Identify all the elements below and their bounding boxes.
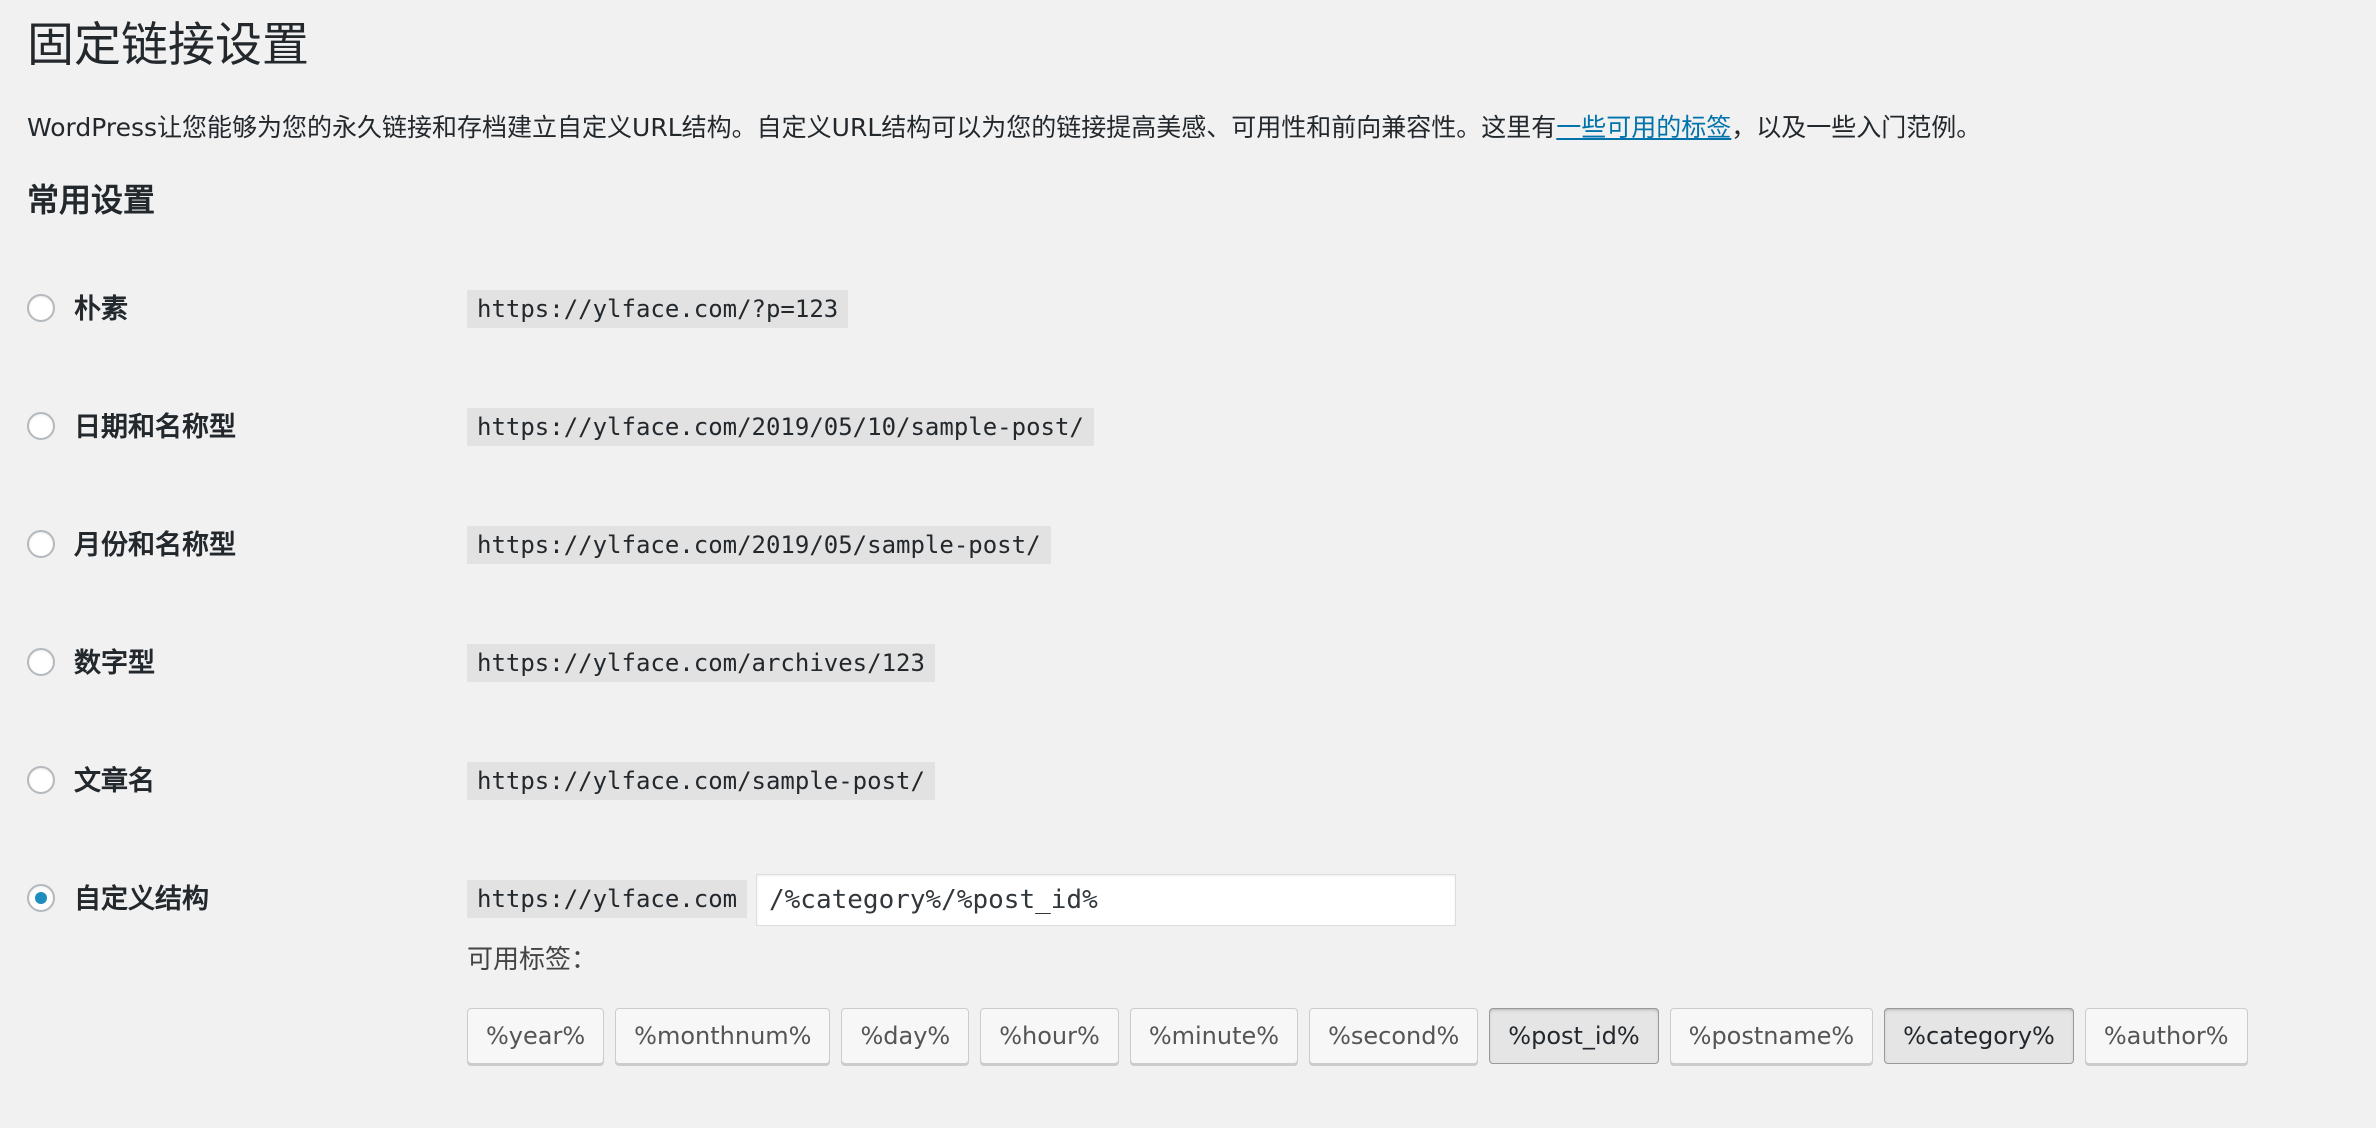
permalink-option-day-name: 日期和名称型 https://ylface.com/2019/05/10/sam… bbox=[0, 398, 2376, 458]
permalink-option-post-name: 文章名 https://ylface.com/sample-post/ bbox=[0, 752, 2376, 812]
custom-structure-radio[interactable] bbox=[27, 884, 55, 912]
intro-text-before: WordPress让您能够为您的永久链接和存档建立自定义URL结构。自定义URL… bbox=[27, 113, 1557, 142]
numeric-radio[interactable] bbox=[27, 648, 55, 676]
common-settings-heading: 常用设置 bbox=[27, 181, 156, 219]
permalink-option-plain: 朴素 https://ylface.com/?p=123 bbox=[0, 280, 2376, 340]
plain-label[interactable]: 朴素 bbox=[74, 290, 128, 330]
tag-hour-button[interactable]: %hour% bbox=[980, 1008, 1119, 1064]
tag-author-button[interactable]: %author% bbox=[2084, 1008, 2248, 1064]
month-name-label[interactable]: 月份和名称型 bbox=[74, 526, 236, 566]
tag-post-id-button[interactable]: %post_id% bbox=[1489, 1008, 1659, 1064]
intro-text-after: ，以及一些入门范例。 bbox=[1731, 113, 1982, 142]
custom-structure-prefix: https://ylface.com bbox=[467, 880, 748, 918]
intro-text: WordPress让您能够为您的永久链接和存档建立自定义URL结构。自定义URL… bbox=[27, 108, 1981, 148]
available-tags-label: 可用标签： bbox=[467, 945, 598, 975]
custom-structure-label[interactable]: 自定义结构 bbox=[74, 880, 209, 920]
plain-radio[interactable] bbox=[27, 294, 55, 322]
tag-category-button[interactable]: %category% bbox=[1884, 1008, 2074, 1064]
available-tags-list: %year% %monthnum% %day% %hour% %minute% … bbox=[467, 1008, 2248, 1064]
day-name-label[interactable]: 日期和名称型 bbox=[74, 408, 236, 448]
numeric-label[interactable]: 数字型 bbox=[74, 644, 155, 684]
tag-minute-button[interactable]: %minute% bbox=[1129, 1008, 1299, 1064]
page-title: 固定链接设置 bbox=[27, 18, 309, 73]
post-name-radio[interactable] bbox=[27, 766, 55, 794]
month-name-radio[interactable] bbox=[27, 530, 55, 558]
tag-monthnum-button[interactable]: %monthnum% bbox=[615, 1008, 831, 1064]
day-name-example-url: https://ylface.com/2019/05/10/sample-pos… bbox=[467, 408, 1094, 446]
permalink-option-numeric: 数字型 https://ylface.com/archives/123 bbox=[0, 634, 2376, 694]
day-name-radio[interactable] bbox=[27, 412, 55, 440]
plain-example-url: https://ylface.com/?p=123 bbox=[467, 290, 849, 328]
tag-year-button[interactable]: %year% bbox=[467, 1008, 605, 1064]
post-name-example-url: https://ylface.com/sample-post/ bbox=[467, 762, 935, 800]
permalink-option-month-name: 月份和名称型 https://ylface.com/2019/05/sample… bbox=[0, 516, 2376, 576]
month-name-example-url: https://ylface.com/2019/05/sample-post/ bbox=[467, 526, 1051, 564]
post-name-label[interactable]: 文章名 bbox=[74, 762, 155, 802]
tag-second-button[interactable]: %second% bbox=[1309, 1008, 1479, 1064]
numeric-example-url: https://ylface.com/archives/123 bbox=[467, 644, 935, 682]
custom-structure-input[interactable] bbox=[756, 874, 1456, 926]
available-tags-link[interactable]: 一些可用的标签 bbox=[1556, 113, 1731, 142]
tag-postname-button[interactable]: %postname% bbox=[1669, 1008, 1874, 1064]
tag-day-button[interactable]: %day% bbox=[841, 1008, 970, 1064]
